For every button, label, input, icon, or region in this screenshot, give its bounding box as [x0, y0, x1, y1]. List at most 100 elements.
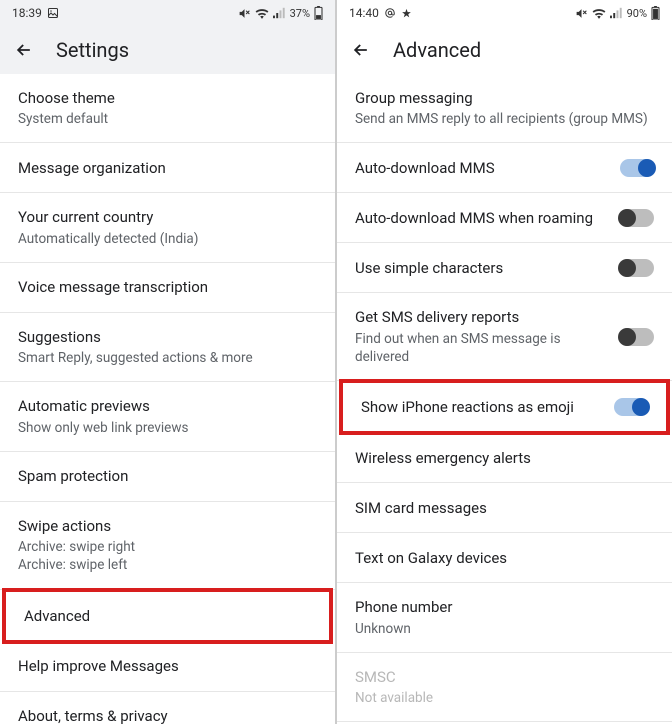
row-secondary: System default — [18, 110, 317, 128]
row-text: Get SMS delivery reports Find out when an… — [355, 307, 608, 366]
settings-row-about-terms-privacy[interactable]: About, terms & privacy — [0, 692, 335, 724]
settings-list: Choose theme System default Message organi… — [0, 74, 335, 724]
advanced-row-sim-card-messages[interactable]: SIM card messages — [337, 483, 672, 533]
row-primary: Show iPhone reactions as emoji — [361, 397, 602, 417]
row-text: Voice message transcription — [18, 277, 317, 297]
row-text: Swipe actionsArchive: swipe right Archiv… — [18, 516, 317, 575]
row-primary: Message organization — [18, 158, 317, 178]
row-primary: Automatic previews — [18, 396, 317, 416]
row-primary: SIM card messages — [355, 498, 654, 518]
toggle-switch[interactable] — [620, 159, 654, 177]
settings-row-suggestions[interactable]: Suggestions Smart Reply, suggested action… — [0, 313, 335, 382]
row-primary: Your current country — [18, 207, 317, 227]
advanced-list: Group messaging Send an MMS reply to all … — [337, 74, 672, 724]
row-secondary: Show only web link previews — [18, 419, 317, 437]
advanced-row-phone-number[interactable]: Phone number Unknown — [337, 583, 672, 652]
row-text: Suggestions Smart Reply, suggested action… — [18, 327, 317, 367]
row-text: Text on Galaxy devices — [355, 548, 654, 568]
row-primary: Voice message transcription — [18, 277, 317, 297]
toggle-switch[interactable] — [620, 209, 654, 227]
at-icon — [384, 7, 396, 19]
signal-icon — [273, 7, 286, 19]
toggle-switch[interactable] — [614, 398, 648, 416]
row-primary: Text on Galaxy devices — [355, 548, 654, 568]
row-secondary: Not available — [355, 689, 654, 707]
advanced-row-show-iphone-reactions-as-emoji[interactable]: Show iPhone reactions as emoji — [339, 379, 670, 435]
settings-row-help-improve-messages[interactable]: Help improve Messages — [0, 642, 335, 692]
page-title: Advanced — [393, 38, 481, 62]
row-primary: Use simple characters — [355, 258, 608, 278]
row-primary: Auto-download MMS — [355, 158, 608, 178]
row-text: About, terms & privacy — [18, 706, 317, 724]
row-text: Group messaging Send an MMS reply to all … — [355, 88, 654, 128]
row-primary: Auto-download MMS when roaming — [355, 208, 608, 228]
settings-row-your-current-country[interactable]: Your current countryAutomatically detect… — [0, 193, 335, 262]
row-text: SMSC Not available — [355, 667, 654, 707]
row-text: Choose theme System default — [18, 88, 317, 128]
row-primary: Swipe actions — [18, 516, 317, 536]
advanced-screen: 14:40 90% Adva — [337, 0, 672, 724]
row-secondary: Unknown — [355, 620, 654, 638]
settings-row-swipe-actions[interactable]: Swipe actionsArchive: swipe right Archiv… — [0, 502, 335, 590]
row-text: Use simple characters — [355, 258, 608, 278]
battery-percent: 90% — [627, 7, 647, 20]
row-primary: Phone number — [355, 597, 654, 617]
row-primary: Wireless emergency alerts — [355, 448, 654, 468]
advanced-row-text-on-galaxy-devices[interactable]: Text on Galaxy devices — [337, 533, 672, 583]
row-primary: Help improve Messages — [18, 656, 317, 676]
settings-row-advanced[interactable]: Advanced — [2, 588, 333, 644]
row-text: Your current countryAutomatically detect… — [18, 207, 317, 247]
row-text: SIM card messages — [355, 498, 654, 518]
row-text: Message organization — [18, 158, 317, 178]
settings-row-spam-protection[interactable]: Spam protection — [0, 452, 335, 502]
volume-mute-icon — [575, 7, 588, 20]
volume-mute-icon — [238, 7, 251, 20]
row-text: Show iPhone reactions as emoji — [361, 397, 602, 417]
row-text: Auto-download MMS when roaming — [355, 208, 608, 228]
row-text: Phone number Unknown — [355, 597, 654, 637]
advanced-row-use-simple-characters[interactable]: Use simple characters — [337, 243, 672, 293]
row-primary: Get SMS delivery reports — [355, 307, 608, 327]
battery-icon — [314, 6, 323, 20]
row-primary: Group messaging — [355, 88, 654, 108]
back-button[interactable] — [351, 40, 371, 60]
settings-row-choose-theme[interactable]: Choose theme System default — [0, 74, 335, 143]
row-text: Wireless emergency alerts — [355, 448, 654, 468]
toggle-switch[interactable] — [620, 328, 654, 346]
row-primary: Spam protection — [18, 466, 317, 486]
advanced-row-auto-download-mms[interactable]: Auto-download MMS — [337, 143, 672, 193]
row-primary: Suggestions — [18, 327, 317, 347]
status-bar: 14:40 90% — [337, 0, 672, 26]
settings-screen: 18:39 37% Settings Choose themeS — [0, 0, 335, 724]
back-button[interactable] — [14, 40, 34, 60]
settings-row-automatic-previews[interactable]: Automatic previews Show only web link pre… — [0, 382, 335, 451]
row-secondary: Send an MMS reply to all recipients (gro… — [355, 110, 654, 128]
row-text: Spam protection — [18, 466, 317, 486]
advanced-row-group-messaging[interactable]: Group messaging Send an MMS reply to all … — [337, 74, 672, 143]
advanced-row-smsc: SMSC Not available — [337, 653, 672, 722]
signal-icon — [610, 7, 623, 19]
star-icon — [401, 8, 412, 19]
row-secondary: Archive: swipe right Archive: swipe left — [18, 538, 317, 574]
settings-row-voice-message-transcription[interactable]: Voice message transcription — [0, 263, 335, 313]
row-primary: SMSC — [355, 667, 654, 687]
toggle-switch[interactable] — [620, 259, 654, 277]
row-secondary: Smart Reply, suggested actions & more — [18, 349, 317, 367]
status-time: 14:40 — [349, 6, 379, 20]
advanced-row-auto-download-mms-when-roaming[interactable]: Auto-download MMS when roaming — [337, 193, 672, 243]
battery-percent: 37% — [290, 7, 310, 20]
app-header: Advanced — [337, 26, 672, 74]
status-bar: 18:39 37% — [0, 0, 335, 26]
row-primary: About, terms & privacy — [18, 706, 317, 724]
settings-row-message-organization[interactable]: Message organization — [0, 143, 335, 193]
row-primary: Advanced — [24, 606, 311, 626]
row-primary: Choose theme — [18, 88, 317, 108]
battery-icon — [651, 6, 660, 20]
wifi-icon — [255, 7, 269, 19]
advanced-row-wireless-emergency-alerts[interactable]: Wireless emergency alerts — [337, 433, 672, 483]
app-header: Settings — [0, 26, 335, 74]
page-title: Settings — [56, 38, 129, 62]
image-icon — [47, 7, 59, 19]
advanced-row-get-sms-delivery-reports[interactable]: Get SMS delivery reports Find out when an… — [337, 293, 672, 381]
row-secondary: Find out when an SMS message is delivere… — [355, 330, 608, 366]
